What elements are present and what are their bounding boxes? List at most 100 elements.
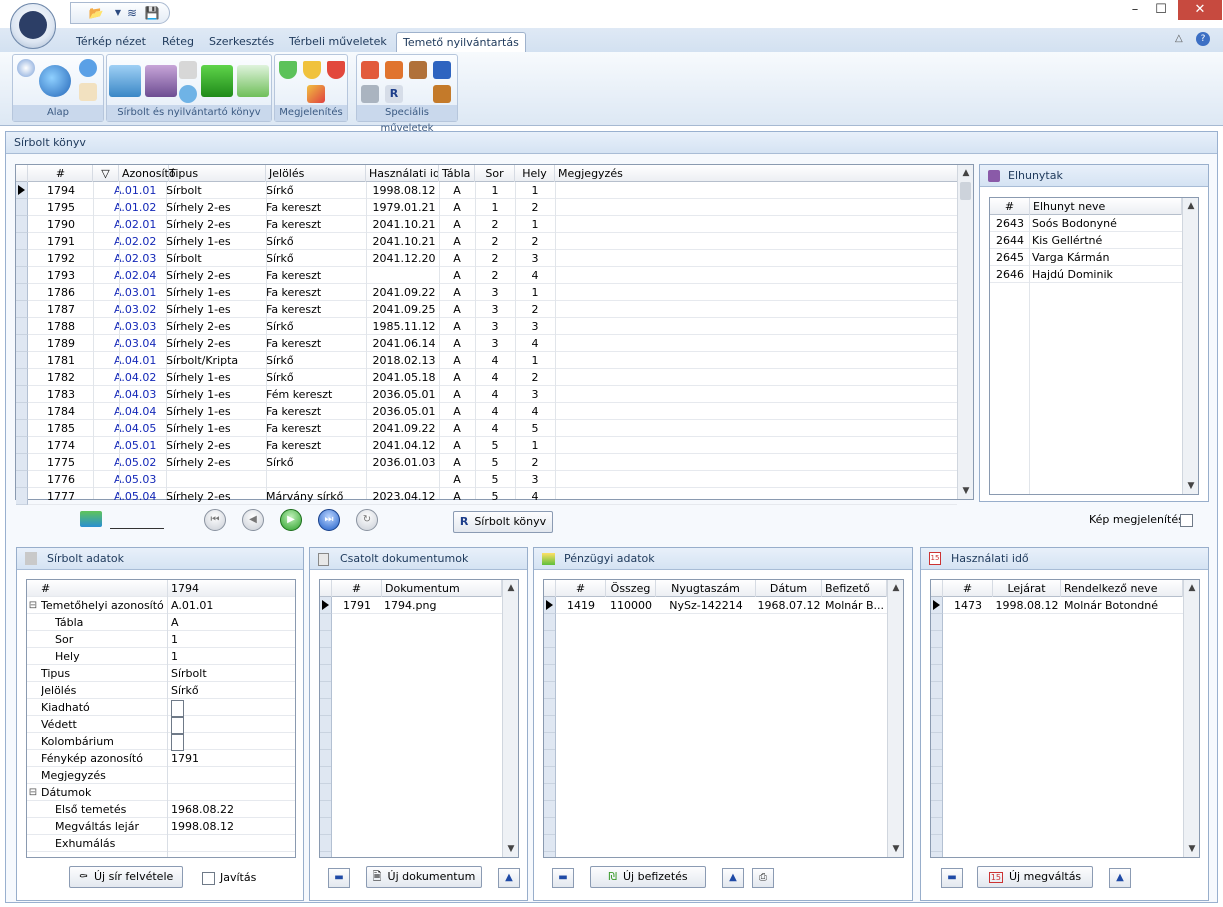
shield-yellow-icon[interactable]	[303, 61, 321, 79]
col-megjegyzes[interactable]: Megjegyzés	[555, 165, 958, 182]
new-document-button[interactable]: 🗎 Új dokumentum	[366, 866, 482, 888]
people-red-icon[interactable]	[361, 61, 379, 79]
table-row[interactable]: 2644 Kis Gellértné	[990, 232, 1182, 249]
row-indicator[interactable]	[16, 488, 28, 505]
col-osszeg[interactable]: Összeg	[606, 580, 656, 597]
property-value[interactable]: 1968.08.22	[171, 801, 291, 818]
table-row[interactable]: 1776 A.05.03 A 5 3	[16, 471, 957, 488]
property-row[interactable]: Tipus Sírbolt	[27, 665, 295, 682]
table-row[interactable]: 1787 A.03.02 Sírhely 1-es Fa kereszt 2041.09…	[16, 301, 957, 318]
scroll-up-icon[interactable]: ▲	[503, 580, 519, 596]
csatolt-scrollbar[interactable]: ▲ ▼	[502, 580, 518, 857]
property-value[interactable]: A.01.01	[171, 597, 291, 614]
remove-usage-button[interactable]: ▬	[941, 868, 963, 888]
row-indicator[interactable]	[16, 471, 28, 488]
property-row[interactable]: Kiadható	[27, 699, 295, 717]
property-row[interactable]: Első temetés 1968.08.22	[27, 801, 295, 818]
table-row[interactable]: 1784 A.04.04 Sírhely 1-es Fa kereszt 2036.05…	[16, 403, 957, 420]
table-row[interactable]: 1789 A.03.04 Sírhely 2-es Fa kereszt 2041.06…	[16, 335, 957, 352]
new-megvaltas-button[interactable]: 15 Új megváltás	[977, 866, 1093, 888]
grave-small-icon[interactable]	[179, 61, 197, 79]
scroll-up-icon[interactable]: ▲	[888, 580, 904, 596]
property-value[interactable]: Sírkő	[171, 682, 291, 699]
property-value[interactable]: 1998.08.12	[171, 818, 291, 835]
row-indicator[interactable]	[16, 420, 28, 437]
col-tipus[interactable]: Tipus	[166, 165, 266, 182]
book-icon[interactable]	[145, 65, 177, 97]
property-row[interactable]: Tábla A	[27, 614, 295, 631]
property-row[interactable]: Fénykép azonosító 1791	[27, 750, 295, 767]
property-row[interactable]: ⊟ Temetőhelyi azonosító A.01.01	[27, 597, 295, 614]
maximize-button[interactable]: ☐	[1151, 0, 1171, 20]
property-checkbox[interactable]	[171, 717, 184, 734]
scroll-down-icon[interactable]: ▼	[1184, 841, 1200, 857]
col-lejarat[interactable]: Lejárat	[993, 580, 1061, 597]
grave-register-icon[interactable]	[109, 65, 141, 97]
property-row[interactable]: Jelölés Sírkő	[27, 682, 295, 699]
group-people-icon[interactable]	[433, 85, 451, 103]
property-row[interactable]: ⊟ Dátumok	[27, 784, 295, 801]
table-row[interactable]: 2646 Hajdú Dominik	[990, 266, 1182, 283]
col-jeloles[interactable]: Jelölés	[266, 165, 366, 182]
col-id[interactable]: #	[29, 165, 93, 182]
expand-toggle-icon[interactable]: ⊟	[27, 784, 39, 801]
layers-icon[interactable]: ≋	[121, 5, 143, 21]
col-datum[interactable]: Dátum	[756, 580, 822, 597]
row-indicator[interactable]	[16, 403, 28, 420]
table-row[interactable]: 1785 A.04.05 Sírhely 1-es Fa kereszt 2041.09…	[16, 420, 957, 437]
shield-green-icon[interactable]	[279, 61, 297, 79]
row-indicator[interactable]	[16, 284, 28, 301]
web-icon[interactable]	[179, 85, 197, 103]
table-row[interactable]: 1791 1794.png	[320, 597, 502, 614]
remove-payment-button[interactable]: ▬	[552, 868, 574, 888]
save-icon[interactable]: 💾	[141, 5, 163, 21]
report-icon[interactable]: R	[385, 85, 403, 103]
table-row[interactable]: 1775 A.05.02 Sírhely 2-es Sírkő 2036.01.03 A 5…	[16, 454, 957, 471]
scroll-down-icon[interactable]: ▼	[958, 483, 974, 499]
export-icon[interactable]	[80, 511, 102, 527]
shield-red-icon[interactable]	[327, 61, 345, 79]
table-row[interactable]: 1774 A.05.01 Sírhely 2-es Fa kereszt 2041.04…	[16, 437, 957, 454]
expand-toggle-icon[interactable]: ⊟	[27, 597, 39, 614]
row-indicator[interactable]	[16, 216, 28, 233]
new-grave-button[interactable]: ⚰ Új sír felvétele	[69, 866, 183, 888]
next-record-button[interactable]: ▶	[280, 509, 302, 531]
scroll-up-icon[interactable]: ▲	[958, 165, 974, 181]
print-icon[interactable]: ⎙	[752, 868, 774, 888]
property-checkbox[interactable]	[171, 734, 184, 751]
row-indicator[interactable]	[16, 454, 28, 471]
table-row[interactable]: 2643 Soós Bodonyné	[990, 215, 1182, 232]
col-id[interactable]: #	[332, 580, 382, 597]
property-row[interactable]: Megjegyzés	[27, 767, 295, 784]
scroll-up-icon[interactable]: ▲	[1184, 580, 1200, 596]
last-record-button[interactable]: ⏭	[318, 509, 340, 531]
col-id[interactable]: #	[943, 580, 993, 597]
property-value[interactable]: A	[171, 614, 291, 631]
people-brown-icon[interactable]	[409, 61, 427, 79]
property-value[interactable]: 1794	[171, 580, 291, 597]
table-row[interactable]: 1786 A.03.01 Sírhely 1-es Fa kereszt 2041.09…	[16, 284, 957, 301]
table-row[interactable]: 1791 A.02.02 Sírhely 1-es Sírkő 2041.10.21 A 2…	[16, 233, 957, 250]
upload-usage-button[interactable]: ▲	[1109, 868, 1131, 888]
property-value[interactable]: Sírbolt	[171, 665, 291, 682]
table-row[interactable]: 1794 A.01.01 Sírbolt Sírkő 1998.08.12 A 1 1	[16, 182, 957, 199]
property-row[interactable]: Hely 1	[27, 648, 295, 665]
upload-document-button[interactable]: ▲	[498, 868, 520, 888]
table-row[interactable]: 1790 A.02.01 Sírhely 2-es Fa kereszt 2041.10…	[16, 216, 957, 233]
col-dokumentum[interactable]: Dokumentum	[382, 580, 502, 597]
penzugyi-scrollbar[interactable]: ▲ ▼	[887, 580, 903, 857]
property-row[interactable]: Megváltás lejár 1998.08.12	[27, 818, 295, 835]
row-indicator[interactable]	[16, 233, 28, 250]
table-row[interactable]: 1793 A.02.04 Sírhely 2-es Fa kereszt A 2 4	[16, 267, 957, 284]
col-elhunyt-neve[interactable]: Elhunyt neve	[1030, 198, 1182, 215]
table-row[interactable]: 2645 Varga Kármán	[990, 249, 1182, 266]
row-indicator[interactable]	[16, 199, 28, 216]
property-value[interactable]	[171, 784, 291, 801]
refresh-record-button[interactable]: ↻	[356, 509, 378, 531]
col-hely[interactable]: Hely	[515, 165, 555, 182]
row-indicator[interactable]	[16, 318, 28, 335]
open-folder-icon[interactable]: 📂	[85, 5, 107, 21]
table-row[interactable]: 1795 A.01.02 Sírhely 2-es Fa kereszt 1979.01…	[16, 199, 957, 216]
save-document-icon[interactable]	[433, 61, 451, 79]
sirbolt-konyv-button[interactable]: R Sírbolt könyv	[453, 511, 553, 533]
